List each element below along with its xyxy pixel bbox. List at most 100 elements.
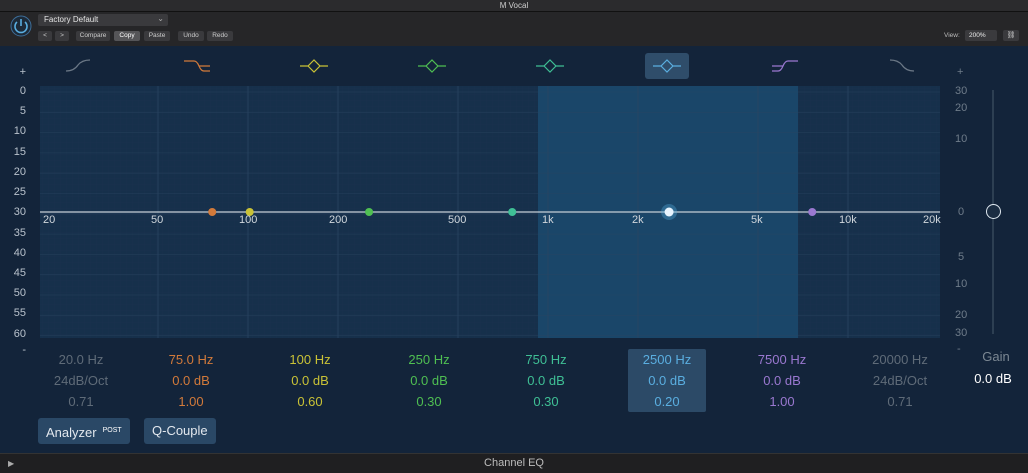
db-label: 20: [13, 166, 26, 178]
band-3-gain[interactable]: 0.0 dB: [267, 370, 353, 391]
db-label-plus: +: [19, 66, 26, 78]
band-6-gain[interactable]: 0.0 dB: [628, 370, 706, 391]
freq-label: 20k: [923, 214, 941, 226]
plugin-name: Channel EQ: [484, 457, 544, 469]
band-4-handle[interactable]: [365, 208, 374, 216]
band-4-gain[interactable]: 0.0 dB: [386, 370, 472, 391]
band-2-q[interactable]: 1.00: [148, 391, 234, 412]
db-right-label: 20: [955, 102, 968, 114]
band-8-frequency[interactable]: 20000 Hz: [857, 349, 943, 370]
db-right-label: 10: [955, 133, 968, 145]
band-5-gain[interactable]: 0.0 dB: [503, 370, 589, 391]
band-6-handle[interactable]: [664, 207, 674, 217]
db-right-label: 0: [958, 206, 965, 218]
band-3-bell-selector[interactable]: [292, 53, 336, 79]
db-label: 0: [19, 85, 26, 97]
band-7-params: 7500 Hz 0.0 dB 1.00: [739, 349, 825, 412]
db-label: 35: [13, 227, 26, 239]
band-7-highshelf-selector[interactable]: [762, 53, 806, 79]
band-3-frequency[interactable]: 100 Hz: [267, 349, 353, 370]
band-1-frequency[interactable]: 20.0 Hz: [38, 349, 124, 370]
band-6-q[interactable]: 0.20: [628, 391, 706, 412]
preset-dropdown[interactable]: Factory Default ⌄: [38, 14, 168, 26]
gain-slider-knob[interactable]: [986, 204, 1001, 219]
band-1-slope[interactable]: 24dB/Oct: [38, 370, 124, 391]
band-7-q[interactable]: 1.00: [739, 391, 825, 412]
db-label-minus: -: [22, 344, 26, 356]
db-right-label: 30: [955, 327, 968, 339]
db-label: 5: [19, 105, 26, 117]
band-7-gain[interactable]: 0.0 dB: [739, 370, 825, 391]
copy-button[interactable]: Copy: [114, 31, 140, 41]
band-3-params: 100 Hz 0.0 dB 0.60: [267, 349, 353, 412]
freq-label: 100: [239, 214, 258, 226]
redo-button[interactable]: Redo: [207, 31, 233, 41]
band-2-frequency[interactable]: 75.0 Hz: [148, 349, 234, 370]
band-2-params: 75.0 Hz 0.0 dB 1.00: [148, 349, 234, 412]
title-bar: M Vocal: [0, 0, 1028, 12]
undo-button[interactable]: Undo: [178, 31, 204, 41]
band-2-handle[interactable]: [208, 208, 217, 216]
back-button[interactable]: <: [38, 31, 52, 41]
db-right-label: 20: [955, 309, 968, 321]
freq-label: 500: [448, 214, 467, 226]
band-1-params: 20.0 Hz 24dB/Oct 0.71: [38, 349, 124, 412]
freq-label: 5k: [751, 214, 763, 226]
band-5-frequency[interactable]: 750 Hz: [503, 349, 589, 370]
view-zoom-select[interactable]: 200%: [965, 30, 997, 41]
paste-button[interactable]: Paste: [144, 31, 170, 41]
db-right-label-plus: +: [957, 66, 964, 78]
db-right-label: 10: [955, 278, 968, 290]
forward-button[interactable]: >: [55, 31, 69, 41]
gain-value[interactable]: 0.0 dB: [965, 371, 1021, 386]
db-label: 55: [13, 307, 26, 319]
q-couple-button[interactable]: Q-Couple: [144, 418, 216, 444]
band-8-q[interactable]: 0.71: [857, 391, 943, 412]
band-1-q[interactable]: 0.71: [38, 391, 124, 412]
band-6-frequency[interactable]: 2500 Hz: [628, 349, 706, 370]
window-title: M Vocal: [499, 1, 529, 10]
db-label: 25: [13, 186, 26, 198]
freq-label: 20: [43, 214, 56, 226]
band-2-lowshelf-selector[interactable]: [174, 53, 218, 79]
band-6-bell-selector[interactable]: [645, 53, 689, 79]
band-5-q[interactable]: 0.30: [503, 391, 589, 412]
analyzer-label: Analyzer: [46, 425, 97, 440]
band-7-frequency[interactable]: 7500 Hz: [739, 349, 825, 370]
db-label: 10: [13, 125, 26, 137]
db-label: 50: [13, 287, 26, 299]
band-8-slope[interactable]: 24dB/Oct: [857, 370, 943, 391]
compare-button[interactable]: Compare: [76, 31, 110, 41]
db-label: 45: [13, 267, 26, 279]
db-label: 40: [13, 247, 26, 259]
freq-label: 2k: [632, 214, 644, 226]
band-4-frequency[interactable]: 250 Hz: [386, 349, 472, 370]
band-8-params: 20000 Hz 24dB/Oct 0.71: [857, 349, 943, 412]
band-5-params: 750 Hz 0.0 dB 0.30: [503, 349, 589, 412]
band-1-lowcut-selector[interactable]: [56, 53, 100, 79]
freq-label: 200: [329, 214, 348, 226]
power-icon[interactable]: [10, 15, 32, 37]
db-right-label: 5: [958, 251, 965, 263]
db-label: 60: [13, 328, 26, 340]
band-2-gain[interactable]: 0.0 dB: [148, 370, 234, 391]
footer-bar: ▶ Channel EQ: [0, 453, 1028, 473]
band-5-bell-selector[interactable]: [528, 53, 572, 79]
freq-label: 10k: [839, 214, 857, 226]
band-8-highcut-selector[interactable]: [880, 53, 924, 79]
band-4-bell-selector[interactable]: [410, 53, 454, 79]
eq-panel: + 0 5 10 15 20 25 30 35 40 45 50 55 60 -…: [0, 46, 1028, 453]
gain-label: Gain: [982, 349, 1010, 364]
band-7-handle[interactable]: [808, 208, 817, 216]
band-4-q[interactable]: 0.30: [386, 391, 472, 412]
db-label: 30: [13, 206, 26, 218]
band-3-q[interactable]: 0.60: [267, 391, 353, 412]
band-5-handle[interactable]: [508, 208, 517, 216]
freq-label: 1k: [542, 214, 554, 226]
view-label: View:: [944, 32, 960, 39]
link-icon[interactable]: ⛓: [1003, 30, 1019, 41]
preset-name: Factory Default: [44, 15, 99, 24]
band-4-params: 250 Hz 0.0 dB 0.30: [386, 349, 472, 412]
analyzer-button[interactable]: Analyzer POST: [38, 418, 130, 444]
band-6-params: 2500 Hz 0.0 dB 0.20: [628, 349, 706, 412]
